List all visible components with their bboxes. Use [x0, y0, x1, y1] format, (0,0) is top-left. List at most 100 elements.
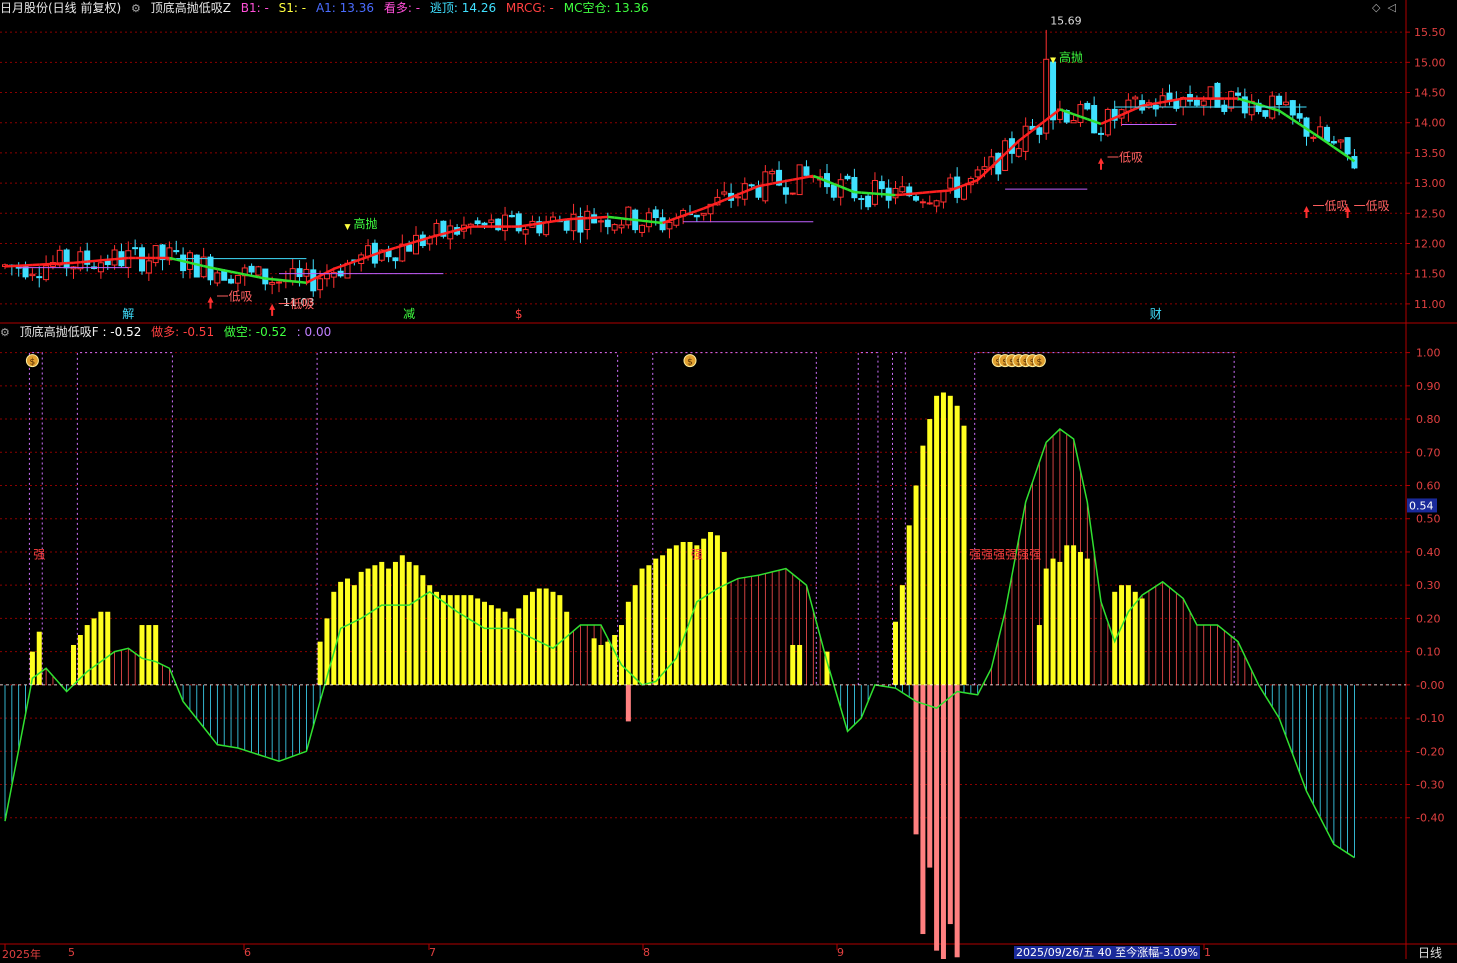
strength-bar	[551, 592, 556, 685]
ma-line-segment	[1176, 99, 1183, 100]
ma-line-segment	[943, 190, 950, 191]
ma-line-segment	[772, 182, 779, 183]
pressure-bar	[941, 685, 946, 959]
strength-bar	[85, 625, 90, 685]
candle-body	[914, 197, 919, 201]
strength-bar	[694, 545, 699, 685]
ma-line-segment	[806, 176, 813, 177]
strength-bar	[674, 545, 679, 685]
ma-line-segment	[875, 194, 882, 195]
ma-line-segment	[526, 225, 533, 226]
strength-bar	[1126, 585, 1131, 685]
diamond-icon[interactable]: ◇	[1372, 1, 1380, 14]
candle-body	[927, 203, 932, 204]
month-label-9: 9	[837, 946, 844, 959]
month-label-7: 7	[429, 946, 436, 959]
candle-body	[612, 225, 617, 231]
candle-body	[222, 271, 227, 280]
ma-line-segment	[793, 178, 800, 179]
candle-body	[366, 246, 371, 257]
candle-body	[1263, 111, 1268, 117]
ma-line-segment	[560, 219, 567, 220]
candle-body	[783, 188, 788, 194]
strength-bar	[948, 396, 953, 685]
ma-line-segment	[882, 194, 889, 195]
event-marker: 解	[122, 307, 134, 321]
main-value-mc: MC空仓: 13.36	[564, 1, 649, 15]
candle-body	[790, 193, 795, 194]
ma-line-segment	[902, 194, 909, 195]
candle-body	[975, 170, 980, 177]
candle-body	[23, 267, 28, 277]
main-y-tick-label: 14.50	[1414, 87, 1446, 100]
main-chart-header: 日月股份(日线 前复权) ⚙ 顶底高抛低吸Z B1: - S1: - A1: 1…	[0, 1, 655, 16]
candle-body	[174, 251, 179, 252]
candle-body	[146, 261, 151, 273]
candle-body	[640, 225, 645, 232]
strength-bar	[708, 532, 713, 685]
strength-bar	[400, 555, 405, 685]
stock-chart[interactable]: 11.0011.5012.0012.5013.0013.5014.0014.50…	[0, 0, 1457, 959]
main-y-tick-label: 11.00	[1414, 298, 1446, 311]
candle-body	[1071, 120, 1076, 122]
ma-line-segment	[272, 279, 279, 280]
strength-bar	[653, 559, 658, 685]
settings-icon[interactable]: ⚙	[0, 326, 10, 339]
ma-line-segment	[1170, 100, 1177, 101]
strength-bar	[496, 608, 501, 684]
ma-line-segment	[204, 266, 211, 268]
ma-line-segment	[327, 269, 334, 272]
candle-body	[78, 252, 83, 269]
strength-bar	[359, 572, 364, 685]
osc-y-tick-label: 0.10	[1416, 646, 1441, 659]
candle-body	[585, 211, 590, 229]
ma-line-segment	[868, 193, 875, 194]
candle-body	[1325, 127, 1330, 141]
strength-bar	[455, 595, 460, 685]
month-label-5: 5	[68, 946, 75, 959]
money-bag-glyph: $	[30, 358, 36, 368]
settings-icon[interactable]: ⚙	[131, 2, 141, 15]
window-controls[interactable]: ◇ ◁	[1372, 1, 1396, 14]
pressure-bar	[927, 685, 932, 868]
candle-body	[1236, 93, 1241, 95]
ma-line-segment	[889, 195, 896, 196]
collapse-icon[interactable]: ◁	[1387, 1, 1395, 14]
ma-line-segment	[635, 220, 642, 221]
ma-line-segment	[937, 191, 944, 192]
pressure-bar	[955, 685, 960, 957]
strength-bar	[386, 569, 391, 685]
pressure-bar	[626, 685, 631, 722]
strength-bar	[153, 625, 158, 685]
candle-body	[407, 245, 412, 251]
candle-body	[277, 282, 282, 283]
chart-canvas[interactable]: 11.0011.5012.0012.5013.0013.5014.0014.50…	[0, 0, 1457, 959]
ma-line-segment	[437, 234, 444, 236]
ma-line-segment	[231, 272, 238, 273]
candle-body	[414, 235, 419, 254]
candle-body	[509, 215, 514, 216]
strength-bar	[934, 396, 939, 685]
candle-body	[605, 220, 610, 226]
candle-body	[270, 283, 275, 285]
candle-body	[1331, 142, 1336, 143]
strength-bar	[893, 622, 898, 685]
candle-body	[304, 269, 309, 276]
ma-line-segment	[108, 259, 115, 260]
strength-bar	[393, 562, 398, 685]
period-button[interactable]: 日线	[1418, 944, 1442, 961]
strength-bar	[37, 632, 42, 685]
ma-line-segment	[183, 261, 190, 263]
candle-body	[1126, 100, 1131, 111]
strength-bar	[790, 645, 795, 685]
candle-body	[297, 269, 302, 277]
pressure-bar	[914, 685, 919, 835]
high-sell-label: 高抛	[1059, 49, 1083, 64]
candle-body	[1222, 105, 1227, 111]
strength-bar	[407, 562, 412, 685]
candle-body	[948, 178, 953, 188]
candle-body	[290, 269, 295, 281]
event-marker: 减	[403, 307, 415, 321]
strength-bar	[146, 625, 151, 685]
candle-body	[900, 187, 905, 192]
